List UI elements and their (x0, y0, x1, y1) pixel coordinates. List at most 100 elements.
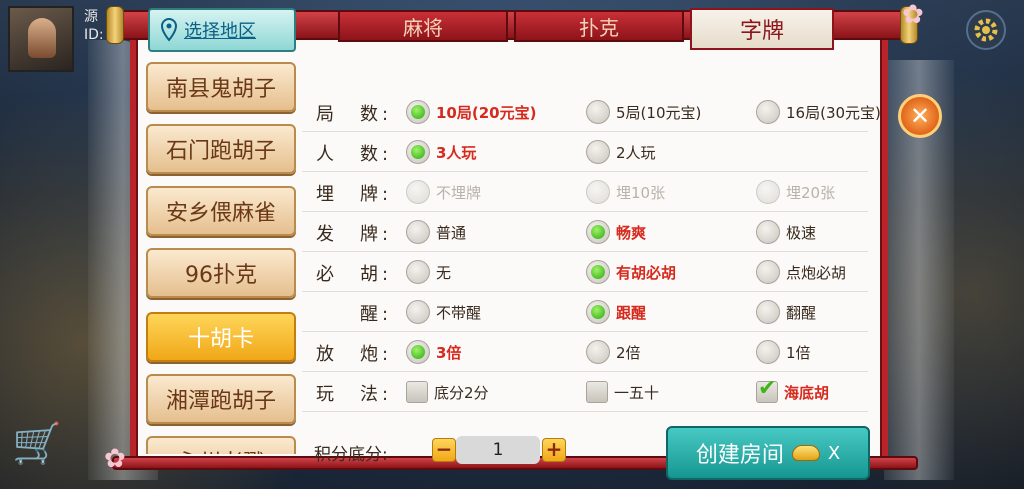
option-label: 5局(10元宝) (616, 103, 702, 122)
option-radio[interactable]: 3倍 (406, 339, 461, 365)
option-label: 点炮必胡 (786, 263, 847, 282)
option-row: 玩 法: 底分2分 一五十 海底胡 (302, 372, 868, 412)
option-label: 一五十 (614, 383, 660, 402)
tab-poker[interactable]: 扑克 (514, 10, 684, 42)
game-label: 十胡卡 (187, 327, 254, 352)
option-row: 局 数: 10局(20元宝) 5局(10元宝) 16局(30元宝) (302, 92, 881, 132)
game-item[interactable]: 南县鬼胡子 (146, 62, 296, 112)
option-label: 无 (436, 263, 452, 282)
option-label: 翻醒 (786, 303, 817, 322)
game-label: 湘潭跑胡子 (165, 389, 276, 414)
option-row-label: 埋 牌: (316, 184, 393, 205)
option-radio[interactable]: 10局(20元宝) (406, 99, 536, 125)
option-radio[interactable]: 无 (406, 259, 451, 285)
option-radio[interactable]: 5局(10元宝) (586, 99, 701, 125)
option-radio[interactable]: 极速 (756, 219, 816, 245)
radio-icon (406, 220, 430, 244)
option-radio[interactable]: 不带醒 (406, 299, 481, 325)
radio-icon (756, 260, 780, 284)
option-row-label: 放 炮: (316, 344, 393, 365)
checkbox-icon (586, 381, 608, 403)
tab-zipai[interactable]: 字牌 (690, 8, 834, 50)
scroll-cap (106, 6, 124, 44)
score-minus-button[interactable]: − (432, 438, 456, 462)
radio-icon (406, 100, 430, 124)
options-panel: 局 数: 10局(20元宝) 5局(10元宝) 16局(30元宝) 人 数: 3人玩 2人玩… (302, 62, 881, 465)
score-plus-button[interactable]: + (542, 438, 566, 462)
tab-label: 麻将 (403, 15, 443, 40)
radio-icon (586, 100, 610, 124)
option-radio: 埋20张 (756, 179, 835, 205)
option-radio[interactable]: 3人玩 (406, 139, 476, 165)
radio-icon (586, 220, 610, 244)
option-radio[interactable]: 翻醒 (756, 299, 816, 325)
option-radio[interactable]: 跟醒 (586, 299, 646, 325)
score-input[interactable]: 1 (456, 436, 540, 464)
select-region-tab[interactable]: 选择地区 (148, 8, 296, 52)
game-item[interactable]: 永州老戳 (146, 436, 296, 454)
game-label: 96扑克 (185, 263, 257, 288)
radio-icon (586, 340, 610, 364)
select-region-label: 选择地区 (184, 21, 256, 42)
option-label: 10局(20元宝) (436, 103, 537, 122)
option-radio[interactable]: 畅爽 (586, 219, 646, 245)
option-radio[interactable]: 2倍 (586, 339, 641, 365)
option-row-label: 局 数: (316, 104, 393, 125)
option-row: 埋 牌: 不埋牌 埋10张 埋20张 (302, 172, 868, 212)
game-item[interactable]: 石门跑胡子 (146, 124, 296, 174)
close-icon[interactable]: ✕ (898, 94, 942, 138)
gear-icon[interactable] (966, 10, 1006, 50)
radio-icon (756, 180, 780, 204)
option-label: 1倍 (786, 343, 811, 362)
radio-icon (406, 260, 430, 284)
radio-icon (406, 140, 430, 164)
option-row: 醒: 不带醒 跟醒 翻醒 (302, 292, 868, 332)
option-label: 畅爽 (616, 223, 647, 242)
checkbox-icon (406, 381, 428, 403)
radio-icon (406, 300, 430, 324)
option-row-label: 人 数: (316, 144, 393, 165)
option-checkbox[interactable]: 底分2分 (406, 379, 489, 405)
option-label: 埋20张 (786, 183, 836, 202)
option-radio[interactable]: 16局(30元宝) (756, 99, 881, 125)
option-row: 人 数: 3人玩 2人玩 (302, 132, 868, 172)
radio-icon (586, 140, 610, 164)
tab-label: 扑克 (579, 15, 619, 40)
create-room-label: 创建房间 (695, 443, 784, 468)
option-checkbox[interactable]: 一五十 (586, 379, 659, 405)
radio-icon (756, 220, 780, 244)
option-label: 海底胡 (784, 383, 830, 402)
option-label: 埋10张 (616, 183, 666, 202)
player-avatar[interactable] (8, 6, 74, 72)
option-label: 跟醒 (616, 303, 647, 322)
option-radio[interactable]: 2人玩 (586, 139, 656, 165)
cost-suffix: X (827, 442, 841, 464)
game-item[interactable]: 湘潭跑胡子 (146, 374, 296, 424)
create-room-button[interactable]: 创建房间 X (666, 426, 870, 480)
radio-icon (586, 300, 610, 324)
option-checkbox[interactable]: 海底胡 (756, 376, 830, 405)
option-radio[interactable]: 点炮必胡 (756, 259, 846, 285)
cart-icon[interactable]: 🛒 (12, 420, 72, 470)
option-label: 3倍 (436, 343, 462, 362)
radio-icon (586, 260, 610, 284)
game-label: 石门跑胡子 (165, 139, 276, 164)
blossom-decoration: ✿ (104, 444, 126, 474)
radio-icon (756, 340, 780, 364)
option-row: 发 牌: 普通 畅爽 极速 (302, 212, 868, 252)
option-radio[interactable]: 普通 (406, 219, 466, 245)
option-radio[interactable]: 有胡必胡 (586, 259, 676, 285)
option-radio[interactable]: 1倍 (756, 339, 811, 365)
player-info: 源 ID: (84, 8, 104, 44)
option-label: 16局(30元宝) (786, 103, 881, 122)
game-item[interactable]: 96扑克 (146, 248, 296, 298)
game-item-selected[interactable]: 十胡卡 (146, 312, 296, 362)
option-radio: 埋10张 (586, 179, 665, 205)
game-list[interactable]: 南县鬼胡子 石门跑胡子 安乡偎麻雀 96扑克 十胡卡 湘潭跑胡子 永州老戳 (146, 62, 298, 454)
radio-icon (406, 180, 430, 204)
game-label: 安乡偎麻雀 (165, 201, 276, 226)
location-pin-icon (160, 18, 178, 42)
option-label: 底分2分 (434, 383, 489, 402)
game-item[interactable]: 安乡偎麻雀 (146, 186, 296, 236)
tab-mahjong[interactable]: 麻将 (338, 10, 508, 42)
